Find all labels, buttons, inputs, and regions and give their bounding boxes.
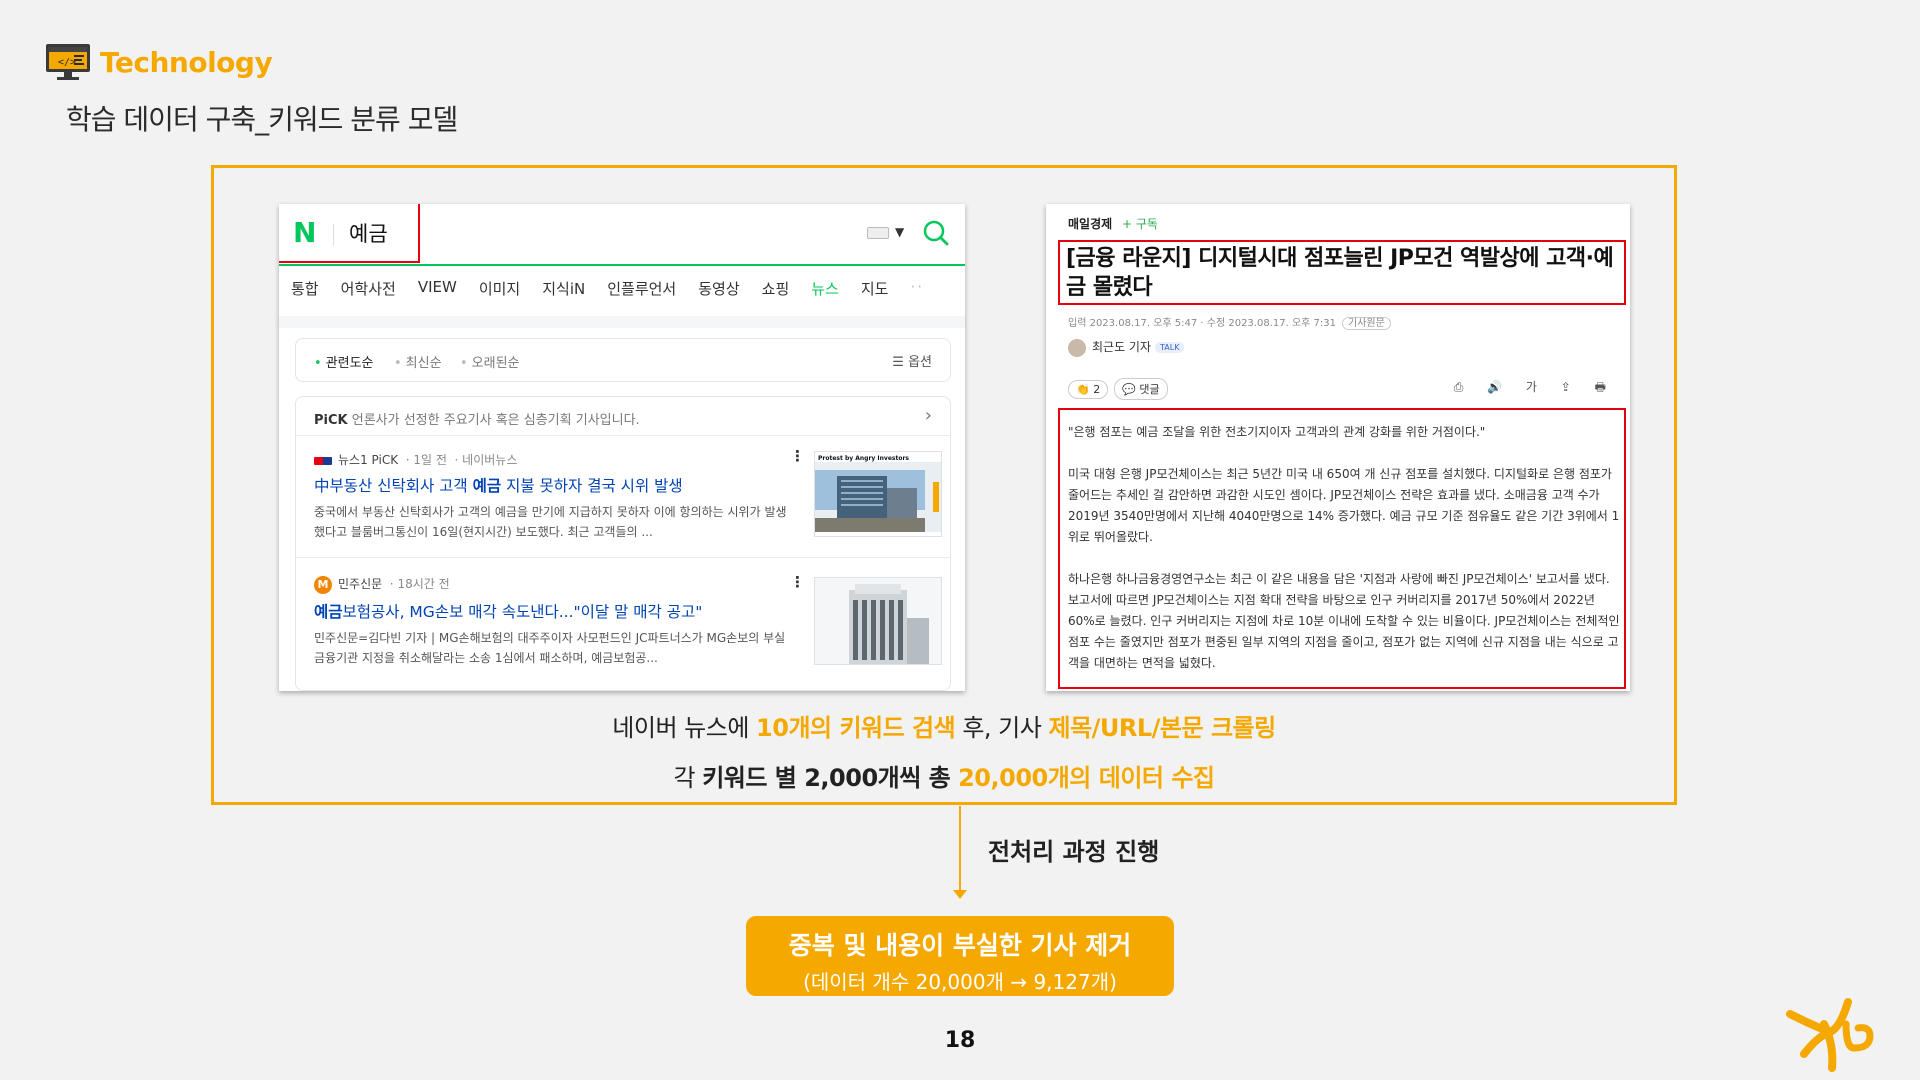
caption-text: 후, 기사 xyxy=(955,714,1049,742)
arrow-down-icon xyxy=(953,890,967,899)
more-options-icon[interactable]: ⋮ xyxy=(790,573,805,591)
sort-bar: 관련도순 최신순 오래된순 ☰ 옵션 xyxy=(295,338,951,382)
original-article-link[interactable]: 기사원문 xyxy=(1342,317,1391,330)
news-headline[interactable]: 예금보험공사, MG손보 매각 속도낸다..."이달 말 매각 공고" xyxy=(314,600,789,622)
section-tag: Technology xyxy=(100,46,273,79)
headline-text: 中부동산 신탁회사 고객 xyxy=(314,477,473,495)
thumbnail-caption: Protest by Angry Investors xyxy=(818,455,909,462)
reporter-info[interactable]: 최근도 기자 TALK xyxy=(1068,338,1185,357)
sort-relevance[interactable]: 관련도순 xyxy=(314,352,374,371)
building-photo-icon xyxy=(815,462,941,532)
caption-text: 각 xyxy=(673,764,703,792)
news-meta: 뉴스1 PiCK · 1일 전 · 네이버뉴스 xyxy=(314,451,789,468)
tab-view[interactable]: VIEW xyxy=(418,278,457,299)
news-description: 중국에서 부동산 신탁회사가 고객의 예금을 만기에 지급하지 못하자 이에 항… xyxy=(314,505,787,539)
headline-text: 보험공사, MG손보 매각 속도낸다..."이달 말 매각 공고" xyxy=(342,602,703,621)
newspaper-name[interactable]: 매일경제 xyxy=(1068,217,1112,231)
naver-news-link[interactable]: 네이버뉴스 xyxy=(462,453,517,467)
caption-text: 네이버 뉴스에 xyxy=(612,714,757,742)
pick-text: 언론사가 선정한 주요기사 혹은 심층기획 기사입니다. xyxy=(351,413,640,428)
svg-text:</>: </> xyxy=(58,57,76,68)
monitor-code-icon: </> xyxy=(46,44,90,80)
reporter-name: 최근도 기자 xyxy=(1092,340,1152,354)
keyboard-icon[interactable] xyxy=(867,227,889,239)
pick-label: PiCK xyxy=(314,413,348,428)
options-button[interactable]: ☰ 옵션 xyxy=(892,351,932,370)
news-time: 18시간 전 xyxy=(397,577,450,591)
talk-badge[interactable]: TALK xyxy=(1155,342,1185,353)
search-icon[interactable] xyxy=(919,216,953,250)
headline-keyword: 예금 xyxy=(314,602,343,621)
news-results-card: PiCK 언론사가 선정한 주요기사 혹은 심층기획 기사입니다. › 뉴스1 … xyxy=(295,396,951,691)
news-thumbnail[interactable]: Protest by Angry Investors xyxy=(814,451,942,537)
more-options-icon[interactable]: ⋮ xyxy=(790,447,805,465)
tab-video[interactable]: 동영상 xyxy=(698,278,739,299)
article-header: 매일경제 + 구독 xyxy=(1068,215,1158,232)
tab-influencer[interactable]: 인플루언서 xyxy=(607,278,676,299)
article-date: 입력 2023.08.17. 오후 5:47 · 수정 2023.08.17. … xyxy=(1068,314,1391,330)
headline-text: 지불 못하자 결국 시위 발생 xyxy=(501,477,683,495)
reaction-button[interactable]: 👏 2 xyxy=(1068,380,1109,399)
tab-knowledge[interactable]: 지식iN xyxy=(542,278,585,299)
caption-highlight: 제목/URL/본문 크롤링 xyxy=(1048,714,1276,742)
chevron-right-icon[interactable]: › xyxy=(925,405,932,426)
news-source[interactable]: 뉴스1 PiCK xyxy=(338,453,398,467)
caption-highlight: 20,000개의 데이터 수집 xyxy=(958,764,1215,792)
news-headline[interactable]: 中부동산 신탁회사 고객 예금 지불 못하자 결국 시위 발생 xyxy=(314,474,789,496)
title-highlight-box xyxy=(1058,240,1626,305)
building-photo-icon xyxy=(815,578,941,664)
tab-shopping[interactable]: 쇼핑 xyxy=(762,278,790,299)
date-text: 입력 2023.08.17. 오후 5:47 · 수정 2023.08.17. … xyxy=(1068,318,1336,329)
divider xyxy=(296,435,950,436)
news-source[interactable]: 민주신문 xyxy=(338,577,382,591)
sort-oldest[interactable]: 오래된순 xyxy=(460,352,520,371)
page-number: 18 xyxy=(944,1028,976,1053)
query-highlight-box xyxy=(279,204,420,263)
caption-collect: 각 키워드 별 2,000개씩 총 20,000개의 데이터 수집 xyxy=(214,758,1674,793)
result-subtitle: (데이터 개수 20,000개 → 9,127개) xyxy=(803,970,1117,994)
news-time: 1일 전 xyxy=(413,453,447,467)
comment-button[interactable]: 💬 댓글 xyxy=(1114,378,1168,400)
tab-map[interactable]: 지도 xyxy=(861,278,889,299)
naver-search-bar: N 예금 ▼ xyxy=(279,204,965,266)
article-screenshot: 매일경제 + 구독 [금융 라운지] 디지털시대 점포늘린 JP모건 역발상에 … xyxy=(1046,204,1630,691)
tab-images[interactable]: 이미지 xyxy=(479,278,520,299)
more-tabs-icon[interactable]: ·· xyxy=(910,278,924,299)
minju-logo-icon: M xyxy=(314,575,332,594)
kb-logo-icon xyxy=(1786,998,1874,1072)
news-thumbnail[interactable] xyxy=(814,577,942,665)
flow-connector xyxy=(959,806,961,896)
reaction-bar: 👏 2 💬 댓글 xyxy=(1068,378,1174,400)
article-tools[interactable]: ⎙ 🔊 가 ⇪ 🖶 xyxy=(1454,378,1616,399)
tab-integrated[interactable]: 통합 xyxy=(291,278,319,299)
caption-crawl: 네이버 뉴스에 10개의 키워드 검색 후, 기사 제목/URL/본문 크롤링 xyxy=(214,708,1674,743)
tab-news[interactable]: 뉴스 xyxy=(811,278,839,299)
avatar xyxy=(1068,338,1086,357)
subscribe-button[interactable]: + 구독 xyxy=(1122,217,1158,231)
list-item: M 민주신문 · 18시간 전 예금보험공사, MG손보 매각 속도낸다..."이… xyxy=(314,575,789,668)
caption-bold: 키워드 별 2,000개씩 총 xyxy=(702,764,959,792)
result-box: 중복 및 내용이 부실한 기사 제거 (데이터 개수 20,000개 → 9,1… xyxy=(746,916,1174,996)
naver-search-screenshot: N 예금 ▼ 통합 어학사전 VIEW 이미지 지식iN 인플루언서 동영상 쇼… xyxy=(279,204,965,691)
caption-highlight: 10개의 키워드 검색 xyxy=(756,714,956,742)
divider xyxy=(279,316,965,328)
news-description: 민주신문=김다빈 기자 | MG손해보험의 대주주이자 사모펀드인 JC파트너스… xyxy=(314,630,786,665)
sort-latest[interactable]: 최신순 xyxy=(394,352,442,371)
page-title: 학습 데이터 구축_키워드 분류 모델 xyxy=(66,103,458,136)
chevron-down-icon[interactable]: ▼ xyxy=(895,225,904,239)
content-frame: N 예금 ▼ 통합 어학사전 VIEW 이미지 지식iN 인플루언서 동영상 쇼… xyxy=(211,165,1677,805)
list-item: 뉴스1 PiCK · 1일 전 · 네이버뉴스 中부동산 신탁회사 고객 예금 … xyxy=(314,451,789,542)
preprocess-label: 전처리 과정 진행 xyxy=(988,838,1160,866)
pick-banner[interactable]: PiCK 언론사가 선정한 주요기사 혹은 심층기획 기사입니다. xyxy=(314,409,640,428)
news-meta: M 민주신문 · 18시간 전 xyxy=(314,575,789,594)
body-highlight-box xyxy=(1058,408,1626,689)
news1-logo-icon xyxy=(314,456,332,465)
headline-keyword: 예금 xyxy=(472,477,502,495)
search-tabs: 통합 어학사전 VIEW 이미지 지식iN 인플루언서 동영상 쇼핑 뉴스 지도… xyxy=(291,278,946,299)
result-title: 중복 및 내용이 부실한 기사 제거 xyxy=(788,931,1132,960)
divider xyxy=(296,557,950,558)
tab-dictionary[interactable]: 어학사전 xyxy=(341,278,396,299)
